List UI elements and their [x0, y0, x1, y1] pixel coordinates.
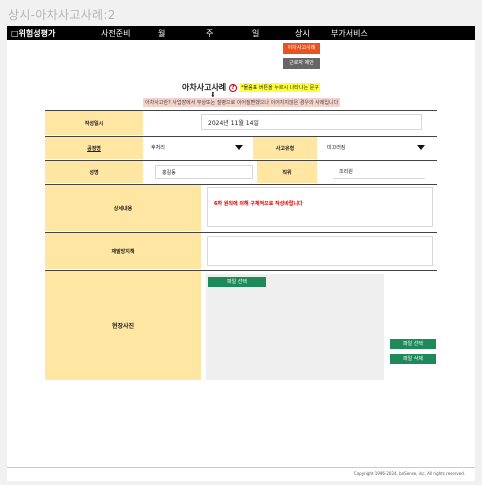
page-title: 상시-아차사고사례:2	[8, 8, 116, 22]
chevron-down-icon	[417, 145, 425, 150]
prevention-textarea[interactable]	[207, 236, 433, 266]
help-note: *물음표 버튼을 누르시 나타나는 문구	[240, 83, 320, 92]
accident-type-label: 사고유형	[253, 137, 317, 159]
nav-item-always[interactable]: 상시	[295, 28, 310, 39]
date-field[interactable]: 2024년 11월 14일	[201, 114, 422, 130]
process-select[interactable]: 후처리	[147, 139, 249, 155]
top-nav: □위험성평가 사전준비 월 주 일 상시 부가서비스	[7, 26, 475, 40]
brand-logo[interactable]: □위험성평가	[11, 28, 55, 39]
name-label: 성명	[45, 161, 143, 183]
help-description: 아차사고란? 사업장에서 부상또는 질병으로 이어질뻔했으나 이어지지않은 경우…	[143, 98, 341, 107]
file-delete-button[interactable]: 파일 삭제	[390, 354, 436, 364]
near-miss-case-button[interactable]: 아차사고사례	[283, 43, 320, 54]
copyright: Copyright 1996-2024, bnSense, inc, All r…	[353, 471, 465, 476]
detail-label: 상세내용	[45, 185, 201, 231]
detail-textarea[interactable]: 6하 원칙에 의해 구체적으로 작성바랍니다	[207, 187, 433, 227]
section-title: 아차사고사례	[182, 83, 227, 92]
file-select-button[interactable]: 파일 선택	[208, 277, 266, 287]
worker-suggestion-button[interactable]: 근로자 제안	[283, 58, 320, 69]
date-label: 작성일시	[45, 111, 143, 135]
help-icon[interactable]: ?	[228, 83, 237, 92]
prevention-label: 재발방지책	[45, 233, 201, 269]
name-field[interactable]: 홍길동	[155, 165, 253, 179]
nav-item-month[interactable]: 월	[158, 28, 165, 39]
chevron-down-icon	[235, 145, 243, 150]
position-field[interactable]: 조리원	[333, 165, 425, 179]
position-label: 직위	[257, 161, 317, 183]
process-select-value: 후처리	[151, 144, 165, 151]
accident-type-select[interactable]: 미끄러짐	[323, 139, 431, 155]
footer-divider	[7, 467, 475, 468]
accident-type-select-value: 미끄러짐	[327, 144, 346, 151]
photo-label: 현장사진	[45, 271, 201, 380]
nav-item-prep[interactable]: 사전준비	[101, 28, 130, 39]
nav-item-week[interactable]: 주	[206, 28, 213, 39]
file-select-button-side[interactable]: 파일 선택	[390, 339, 436, 349]
app-frame: □위험성평가 사전준비 월 주 일 상시 부가서비스 아차사고사례 근로자 제안…	[7, 26, 475, 481]
near-miss-form: 작성일시 2024년 11월 14일 공정명 후처리 사고유형 미끄러짐 성명 …	[45, 110, 437, 380]
nav-item-day[interactable]: 일	[252, 28, 259, 39]
detail-placeholder: 6하 원칙에 의해 구체적으로 작성바랍니다	[214, 201, 303, 207]
process-label: 공정명	[45, 137, 143, 159]
nav-item-extra-services[interactable]: 부가서비스	[331, 28, 368, 39]
photo-preview-area[interactable]	[206, 274, 384, 380]
